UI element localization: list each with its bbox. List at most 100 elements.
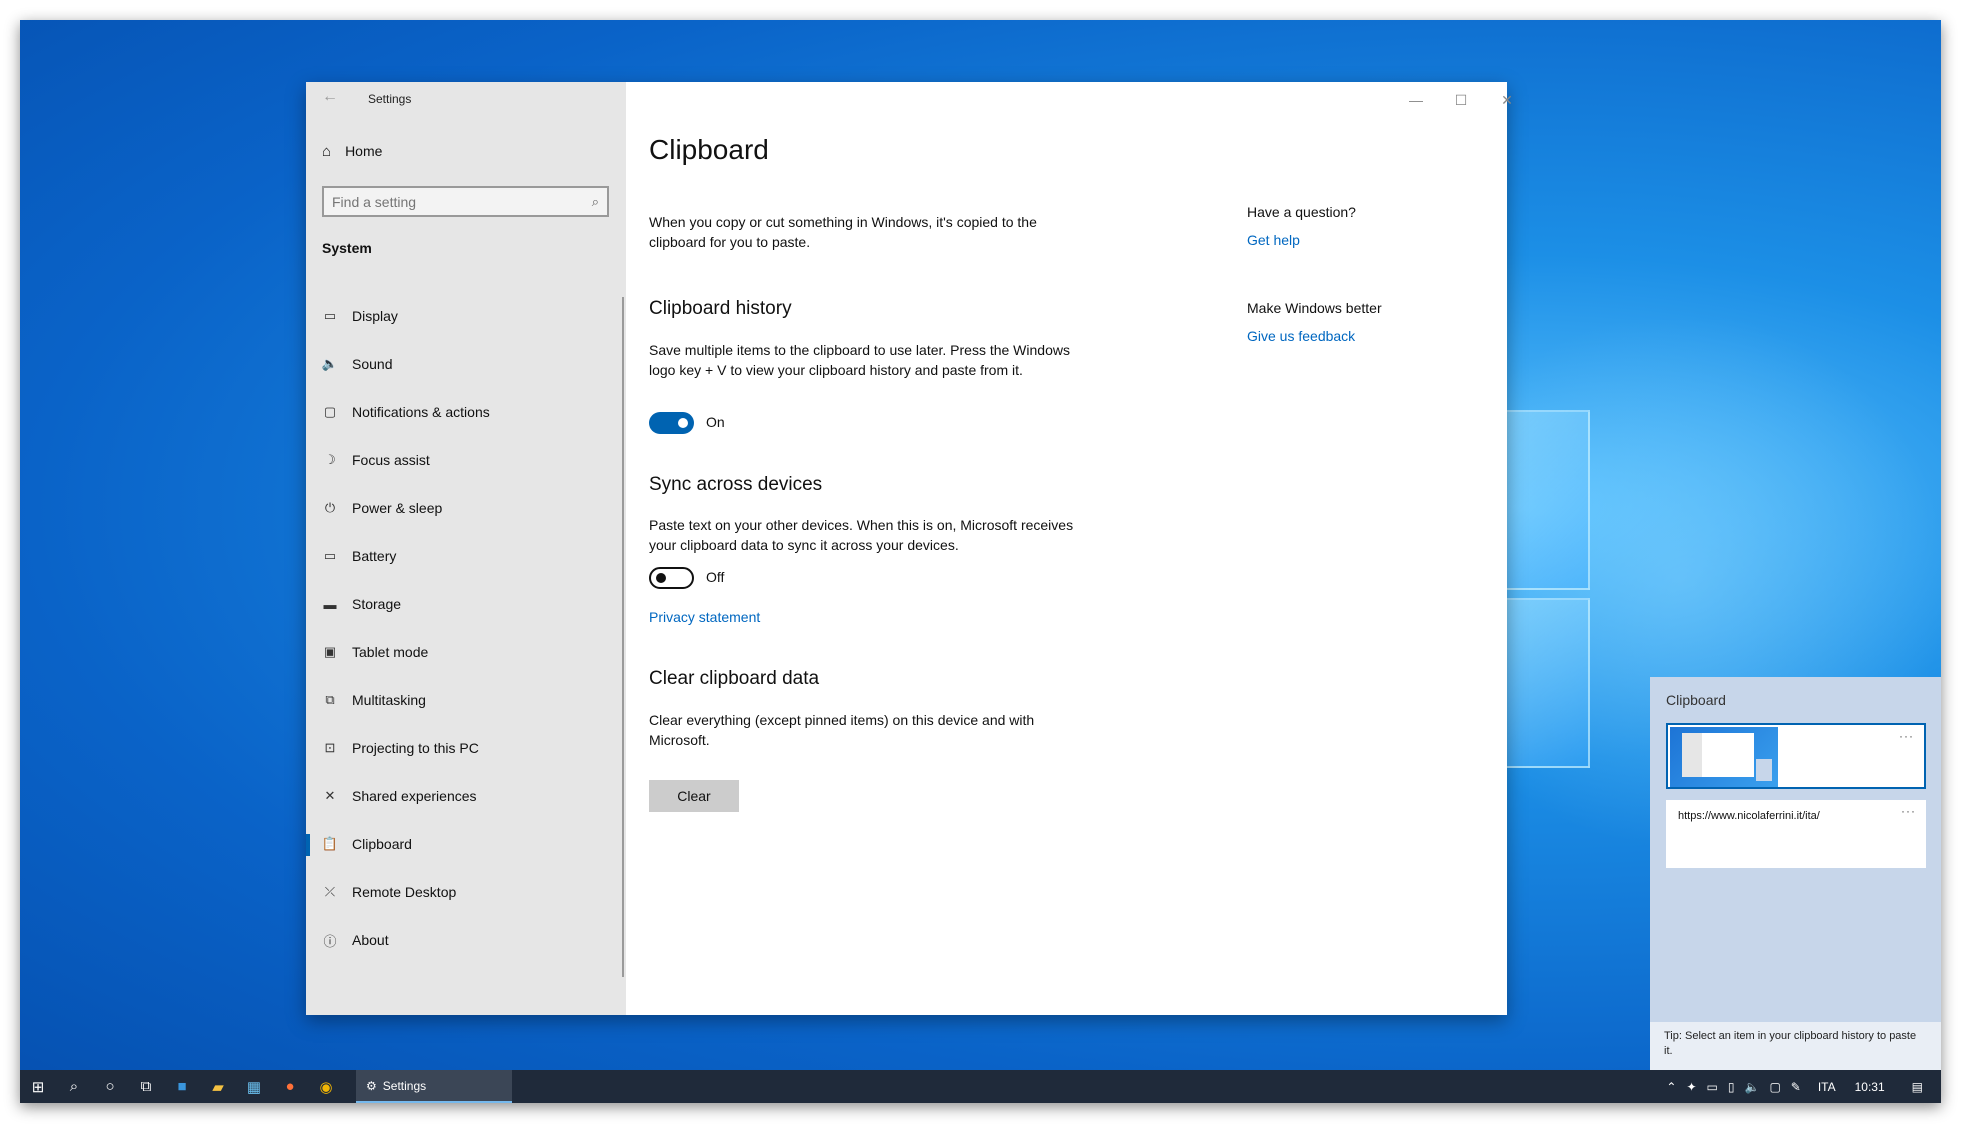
- sidebar-item-label: Remote Desktop: [352, 884, 457, 900]
- page-title: Clipboard: [649, 134, 769, 165]
- section-heading: System: [322, 240, 372, 256]
- wallpaper-logo-pane: [1500, 410, 1590, 590]
- device-icon[interactable]: ▭: [1707, 1080, 1718, 1094]
- sidebar-item-label: Power & sleep: [352, 500, 443, 516]
- close-button[interactable]: ✕: [1487, 88, 1527, 112]
- search-icon[interactable]: ⌕: [56, 1070, 92, 1103]
- sidebar-item-label: Clipboard: [352, 836, 412, 852]
- search-box[interactable]: ⌕: [322, 186, 609, 217]
- about-icon: ⓘ: [323, 933, 337, 949]
- sidebar-item-remote-desktop[interactable]: ⤫ Remote Desktop: [306, 868, 622, 916]
- language-indicator[interactable]: ITA: [1818, 1080, 1836, 1094]
- search-input[interactable]: [332, 193, 572, 210]
- task-view-icon[interactable]: ⧉: [128, 1070, 164, 1103]
- sidebar-item-label: Battery: [352, 548, 397, 564]
- sidebar-item-label: Projecting to this PC: [352, 740, 479, 756]
- sync-heading: Sync across devices: [649, 474, 823, 495]
- minimize-button[interactable]: —: [1396, 88, 1436, 112]
- taskbar: ⊞ ⌕ ○ ⧉ ■ ▰ ▦ ● ◉ ⚙ Settings ⌃ ✦ ▭ ▯ 🔈 ▢…: [20, 1070, 1941, 1103]
- get-help-link[interactable]: Get help: [1247, 232, 1300, 248]
- sidebar-item-sound[interactable]: 🔈 Sound: [306, 340, 622, 388]
- sidebar-item-shared-experiences[interactable]: ✕ Shared experiences: [306, 772, 622, 820]
- file-explorer-icon[interactable]: ▰: [200, 1070, 236, 1103]
- search-icon[interactable]: ⌕: [592, 194, 599, 210]
- chrome-icon[interactable]: ◉: [308, 1070, 344, 1103]
- network-icon[interactable]: ▯: [1728, 1080, 1735, 1094]
- privacy-statement-link[interactable]: Privacy statement: [649, 609, 760, 625]
- calculator-app-icon[interactable]: ▦: [236, 1070, 272, 1103]
- focus-assist-icon: ☽: [324, 452, 336, 467]
- pen-icon[interactable]: ✎: [1791, 1080, 1801, 1094]
- display-icon: ▭: [323, 308, 337, 323]
- sidebar: ← Settings ⌂ Home ⌕ System ▭ Display 🔈 Sou…: [306, 82, 626, 1015]
- sidebar-item-display[interactable]: ▭ Display: [306, 292, 622, 340]
- screenshot-thumbnail: [1670, 727, 1778, 787]
- battery-icon: ▭: [323, 548, 337, 563]
- back-arrow-icon[interactable]: ←: [322, 88, 342, 106]
- nav-list: ▭ Display 🔈 Sound ▢ Notifications & actions…: [306, 292, 622, 964]
- shared-experiences-icon: ✕: [324, 788, 336, 803]
- projecting-icon: ⊡: [324, 740, 336, 755]
- thumbnail-flyout: [1756, 759, 1772, 781]
- home-label: Home: [345, 143, 383, 159]
- clock[interactable]: 10:31: [1855, 1080, 1885, 1094]
- sound-icon: 🔈: [321, 356, 339, 371]
- notifications-icon: ▢: [323, 404, 337, 419]
- home-link[interactable]: ⌂ Home: [322, 138, 382, 164]
- clipboard-history-heading: Clipboard history: [649, 298, 792, 319]
- sidebar-item-focus-assist[interactable]: ☽ Focus assist: [306, 436, 622, 484]
- action-center-icon[interactable]: ▤: [1912, 1080, 1923, 1094]
- sidebar-item-clipboard[interactable]: 📋 Clipboard: [306, 820, 622, 868]
- sync-toggle[interactable]: [649, 567, 694, 589]
- maximize-button[interactable]: ☐: [1441, 88, 1481, 112]
- desktop: ← Settings ⌂ Home ⌕ System ▭ Display 🔈 Sou…: [20, 20, 1941, 1103]
- remote-desktop-icon: ⤫: [324, 884, 336, 899]
- clipboard-item-text[interactable]: https://www.nicolaferrini.it/ita/ ···: [1666, 800, 1926, 868]
- clipboard-history-toggle[interactable]: [649, 412, 694, 434]
- give-feedback-link[interactable]: Give us feedback: [1247, 328, 1355, 344]
- clipboard-item-url: https://www.nicolaferrini.it/ita/: [1678, 810, 1820, 822]
- cortana-icon[interactable]: ○: [92, 1070, 128, 1103]
- sidebar-scrollbar[interactable]: [622, 297, 624, 977]
- sidebar-item-notifications[interactable]: ▢ Notifications & actions: [306, 388, 622, 436]
- sidebar-item-label: Notifications & actions: [352, 404, 490, 420]
- clipboard-flyout: Clipboard ··· https://www.nicolaferrini.…: [1650, 677, 1941, 1070]
- sidebar-item-about[interactable]: ⓘ About: [306, 916, 622, 964]
- gear-icon: ⚙: [366, 1078, 377, 1093]
- outlook-icon[interactable]: ■: [164, 1070, 200, 1103]
- sidebar-item-label: Shared experiences: [352, 788, 477, 804]
- display-tray-icon[interactable]: ▢: [1769, 1080, 1780, 1094]
- more-options-icon[interactable]: ···: [1901, 804, 1916, 818]
- sidebar-item-storage[interactable]: ▬ Storage: [306, 580, 622, 628]
- make-windows-better: Make Windows better: [1247, 300, 1382, 316]
- content-pane: — ☐ ✕ Clipboard When you copy or cut som…: [626, 82, 1513, 1015]
- multitasking-icon: ⧉: [325, 692, 335, 707]
- clipboard-item-image[interactable]: ···: [1666, 723, 1926, 789]
- taskbar-settings-app[interactable]: ⚙ Settings: [356, 1070, 512, 1103]
- start-windows-icon[interactable]: ⊞: [20, 1070, 56, 1103]
- clear-button[interactable]: Clear: [649, 780, 739, 812]
- sync-toggle-state: Off: [706, 569, 725, 585]
- sidebar-item-label: Tablet mode: [352, 644, 429, 660]
- help-question: Have a question?: [1247, 204, 1356, 220]
- more-options-icon[interactable]: ···: [1899, 729, 1914, 743]
- flyout-tip: Tip: Select an item in your clipboard hi…: [1650, 1022, 1941, 1070]
- sidebar-item-label: Multitasking: [352, 692, 426, 708]
- chevron-up-icon[interactable]: ⌃: [1666, 1080, 1676, 1094]
- sidebar-item-label: Storage: [352, 596, 402, 612]
- sync-description: Paste text on your other devices. When t…: [649, 517, 1074, 553]
- clipboard-history-description: Save multiple items to the clipboard to …: [649, 342, 1070, 378]
- dropbox-icon[interactable]: ✦: [1686, 1080, 1696, 1094]
- sidebar-item-multitasking[interactable]: ⧉ Multitasking: [306, 676, 622, 724]
- volume-icon[interactable]: 🔈: [1744, 1080, 1759, 1094]
- sidebar-item-label: Sound: [352, 356, 393, 372]
- sidebar-item-label: Focus assist: [352, 452, 430, 468]
- clipboard-icon: 📋: [321, 836, 339, 851]
- sidebar-item-power-sleep[interactable]: ⏻ Power & sleep: [306, 484, 622, 532]
- sidebar-item-tablet-mode[interactable]: ▣ Tablet mode: [306, 628, 622, 676]
- storage-icon: ▬: [323, 596, 337, 612]
- sidebar-item-projecting[interactable]: ⊡ Projecting to this PC: [306, 724, 622, 772]
- sidebar-item-battery[interactable]: ▭ Battery: [306, 532, 622, 580]
- wallpaper-logo-pane: [1500, 598, 1590, 768]
- firefox-icon[interactable]: ●: [272, 1070, 308, 1103]
